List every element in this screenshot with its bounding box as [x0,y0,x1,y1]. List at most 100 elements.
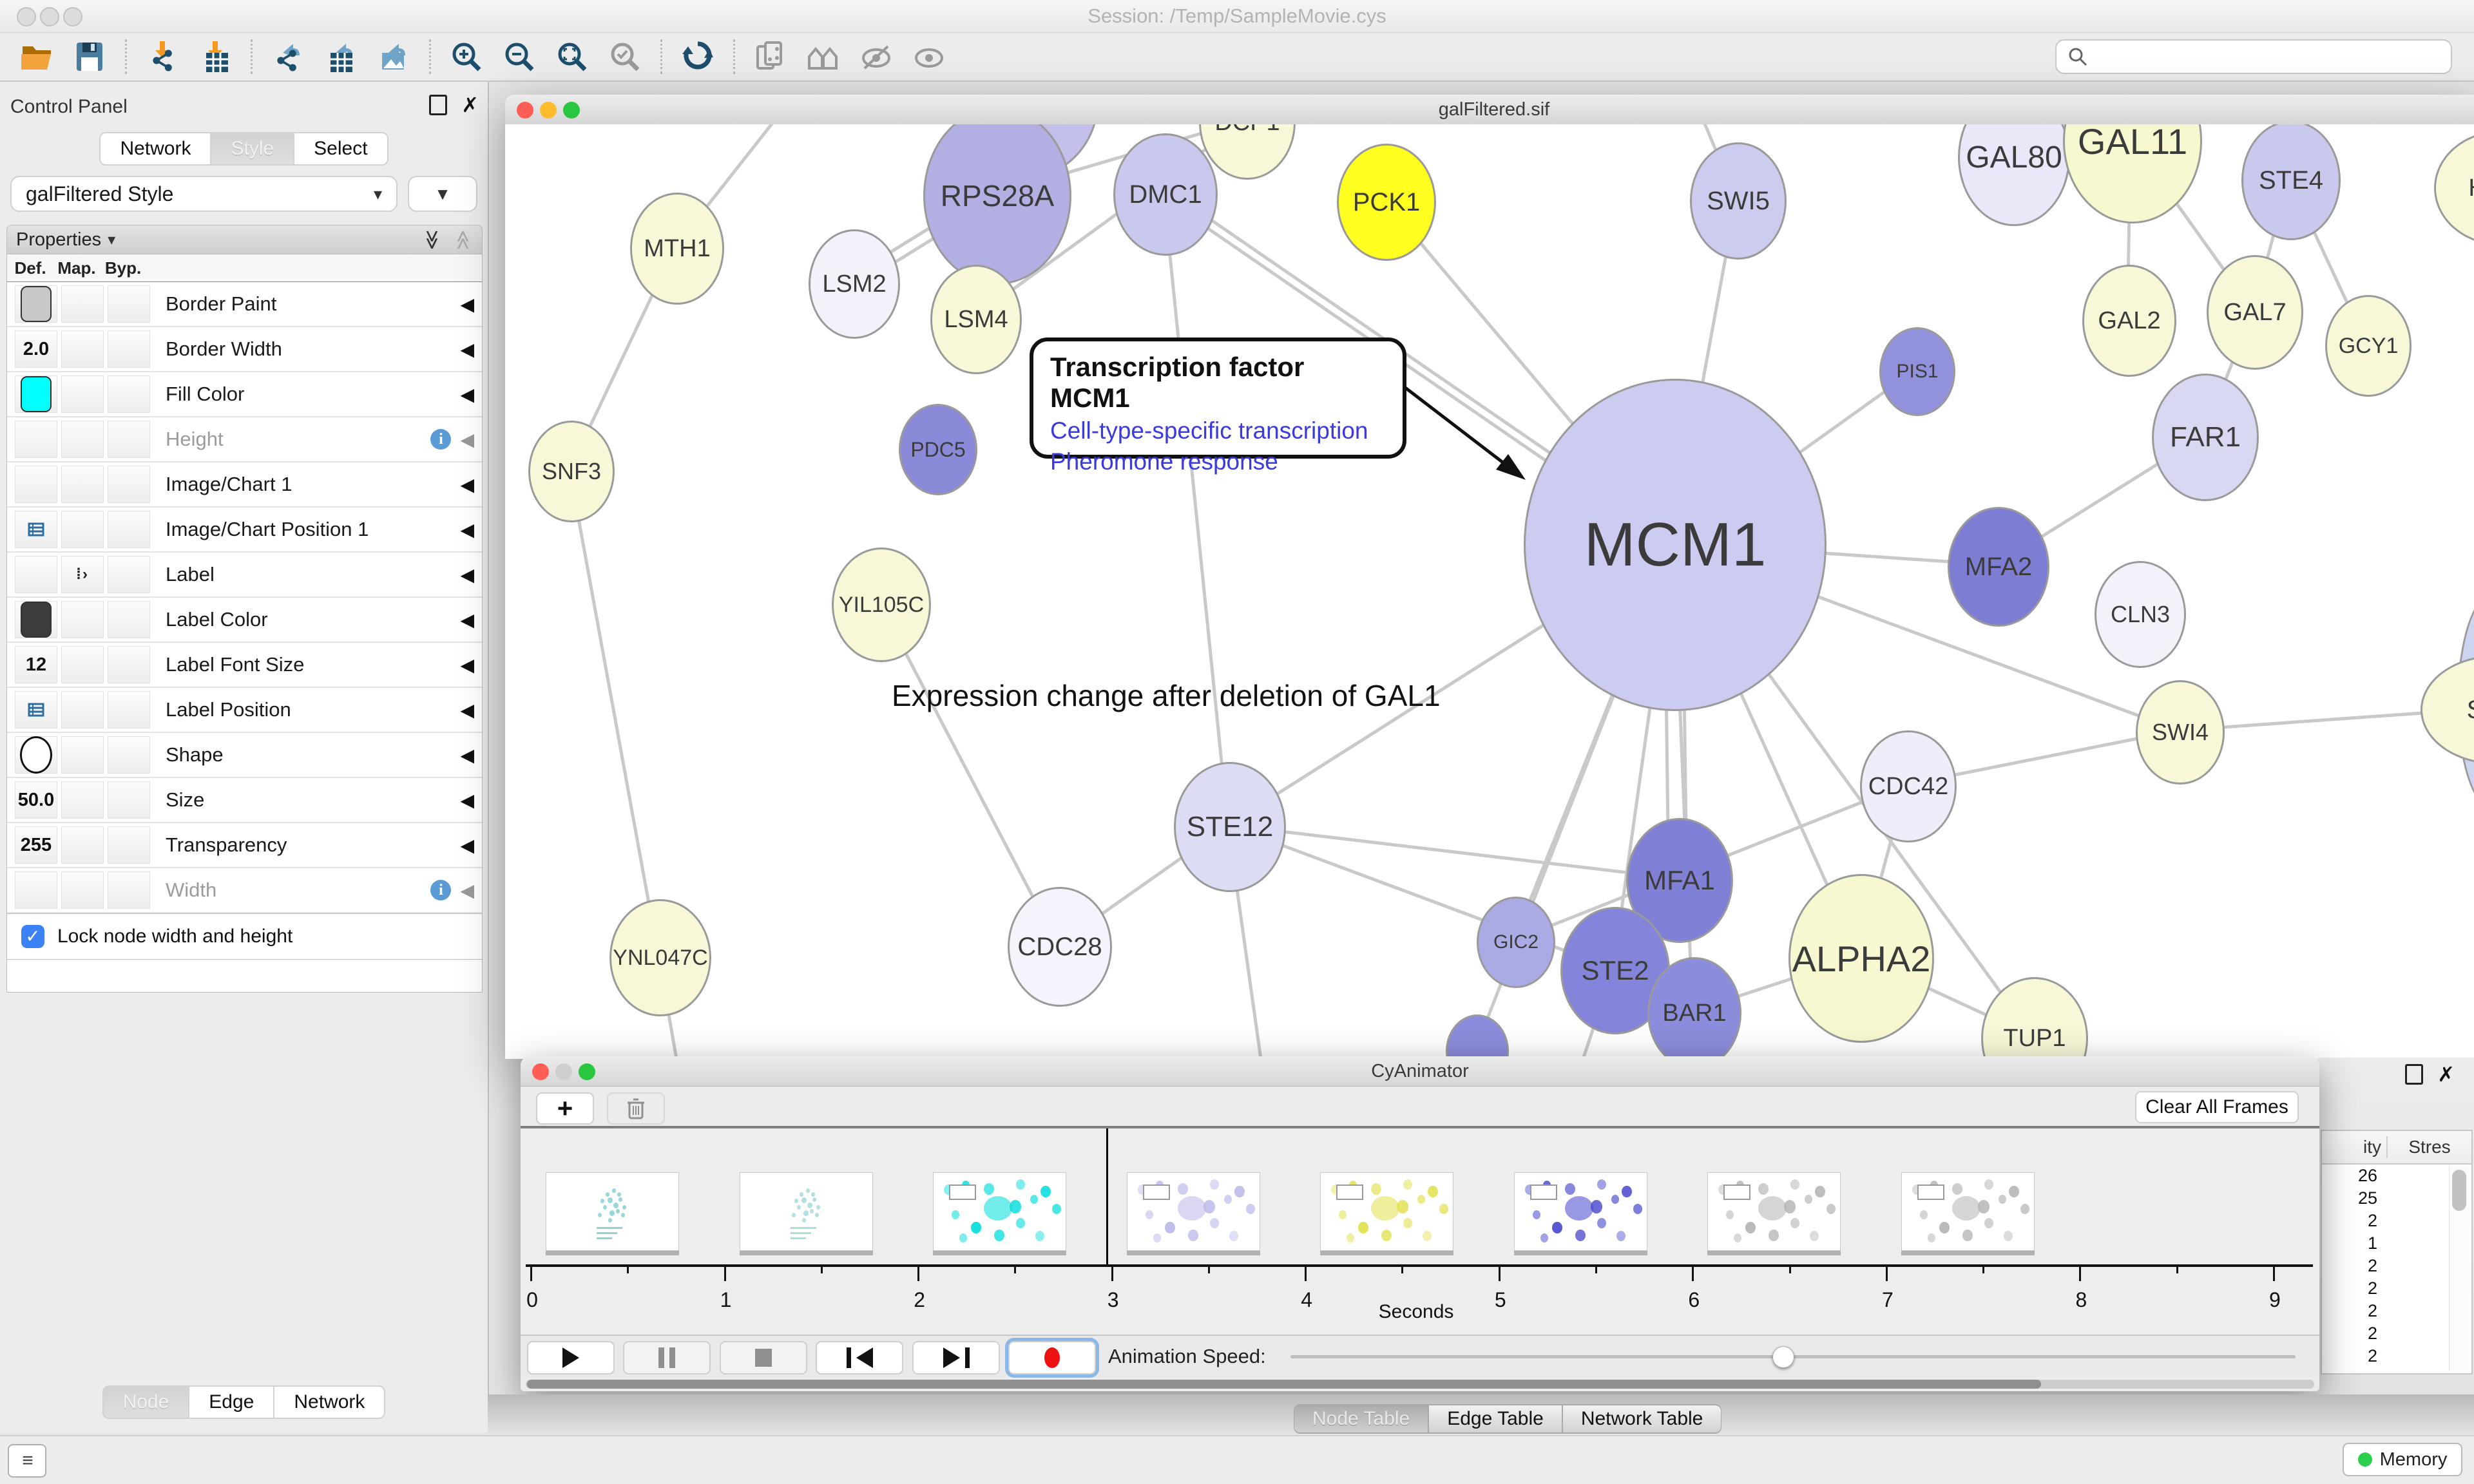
expand-row-icon[interactable]: ◀ [460,745,474,766]
delete-frame-button[interactable] [607,1092,665,1125]
timeline-scrollbar[interactable] [526,1380,2314,1389]
mapping-cell[interactable] [61,601,104,638]
frame-thumbnail-2[interactable] [933,1172,1066,1251]
style-options-button[interactable]: ▼ [408,176,477,212]
network-node-mth1[interactable]: MTH1 [630,193,724,305]
bypass-cell[interactable] [108,421,150,458]
export-table-icon[interactable] [323,39,359,75]
default-value-cell[interactable] [15,736,57,774]
search-field[interactable] [2096,45,2440,68]
expand-row-icon[interactable]: ◀ [460,564,474,585]
frame-thumbnail-6[interactable] [1707,1172,1841,1251]
window-zoom-button[interactable] [579,1063,595,1080]
table-column-header[interactable]: Stres [2388,1137,2471,1157]
mapping-cell[interactable]: ⁞› [61,556,104,593]
skip-to-start-button[interactable] [816,1341,903,1375]
property-row-border-paint[interactable]: Border Paint◀ [7,282,482,327]
mapping-cell[interactable] [61,781,104,819]
default-value-cell[interactable]: 50.0 [15,781,57,819]
network-node-gcy1[interactable]: GCY1 [2325,295,2412,397]
default-value-cell[interactable] [15,511,57,548]
frame-thumbnail-7[interactable] [1901,1172,2035,1251]
default-value-cell[interactable] [15,871,57,909]
record-button[interactable] [1008,1341,1096,1375]
property-row-width[interactable]: Widthi◀ [7,868,482,913]
default-value-cell[interactable] [15,285,57,323]
tab-network[interactable]: Network [99,132,211,166]
network-node-far1[interactable]: FAR1 [2152,374,2259,501]
expand-row-icon[interactable]: ◀ [460,339,474,360]
mapping-cell[interactable] [61,421,104,458]
play-button[interactable] [527,1341,615,1375]
bypass-cell[interactable] [108,285,150,323]
close-panel-icon[interactable]: ✗ [461,97,479,113]
mapping-cell[interactable] [61,511,104,548]
animation-speed-slider[interactable] [1290,1355,2296,1358]
expand-row-icon[interactable]: ◀ [460,699,474,721]
table-scrollbar[interactable] [2449,1166,2469,1371]
default-value-cell[interactable]: 12 [15,646,57,683]
network-node-cdc42[interactable]: CDC42 [1860,730,1957,842]
mapping-cell[interactable] [61,646,104,683]
bypass-cell[interactable] [108,691,150,728]
stop-button[interactable] [720,1341,807,1375]
default-value-cell[interactable] [15,421,57,458]
info-icon[interactable]: i [430,880,451,900]
zoom-in-icon[interactable] [448,39,484,75]
float-panel-icon[interactable] [2405,1064,2423,1085]
panel-tab-network[interactable]: Network [274,1385,385,1419]
mapping-cell[interactable] [61,376,104,413]
network-node-gic2[interactable]: GIC2 [1477,897,1555,988]
network-node-ste12[interactable]: STE12 [1174,762,1286,892]
mapping-cell[interactable] [61,285,104,323]
network-node-gal2[interactable]: GAL2 [2082,265,2176,377]
network-node-mcm1[interactable]: MCM1 [1524,379,1827,711]
network-node-pck1[interactable]: PCK1 [1337,144,1436,261]
style-selector[interactable]: galFiltered Style ▾ [10,176,398,212]
show-all-icon[interactable] [911,39,947,75]
property-row-image-chart-position-1[interactable]: Image/Chart Position 1◀ [7,508,482,553]
first-neighbors-icon[interactable] [805,39,841,75]
properties-header[interactable]: Properties ▾ ≫ ≫ [6,225,483,254]
frame-thumbnail-0[interactable] [546,1172,679,1251]
app-close-button[interactable] [17,7,36,26]
property-row-height[interactable]: Heighti◀ [7,417,482,462]
app-zoom-button[interactable] [63,7,82,26]
annotation-link[interactable]: Cell-type-specific transcription [1050,417,1386,444]
expand-row-icon[interactable]: ◀ [460,654,474,676]
network-node-cdc28[interactable]: CDC28 [1008,887,1112,1007]
default-value-cell[interactable] [15,601,57,638]
frames-timeline[interactable]: 0123456789 Seconds [521,1128,2319,1335]
bypass-cell[interactable] [108,871,150,909]
default-value-cell[interactable]: 2.0 [15,330,57,368]
panel-tab-node[interactable]: Node [102,1385,189,1419]
default-value-cell[interactable] [15,691,57,728]
bypass-cell[interactable] [108,556,150,593]
slider-thumb[interactable] [1772,1346,1794,1368]
cyanimator-titlebar[interactable]: CyAnimator [521,1056,2319,1087]
expand-row-icon[interactable]: ◀ [460,474,474,495]
bypass-cell[interactable] [108,466,150,503]
mapping-cell[interactable] [61,691,104,728]
window-minimize-button[interactable] [555,1063,572,1080]
skip-to-end-button[interactable] [912,1341,1000,1375]
bypass-cell[interactable] [108,511,150,548]
hide-selected-icon[interactable] [858,39,894,75]
zoom-fit-icon[interactable] [554,39,590,75]
frame-thumbnail-1[interactable] [740,1172,873,1251]
bypass-cell[interactable] [108,601,150,638]
import-table-icon[interactable] [197,39,233,75]
mapping-cell[interactable] [61,466,104,503]
network-node-ste4[interactable]: STE4 [2241,124,2341,240]
bypass-cell[interactable] [108,781,150,819]
bypass-cell[interactable] [108,826,150,864]
frame-thumbnail-4[interactable] [1320,1172,1453,1251]
network-window-titlebar[interactable]: galFiltered.sif [505,95,2474,125]
network-node-lsm2[interactable]: LSM2 [809,229,900,339]
expand-row-icon[interactable]: ◀ [460,835,474,856]
memory-indicator[interactable]: Memory [2343,1443,2462,1476]
clear-all-frames-button[interactable]: Clear All Frames [2135,1091,2299,1123]
add-frame-button[interactable]: + [536,1092,594,1125]
expand-row-icon[interactable]: ◀ [460,294,474,315]
expand-row-icon[interactable]: ◀ [460,790,474,811]
